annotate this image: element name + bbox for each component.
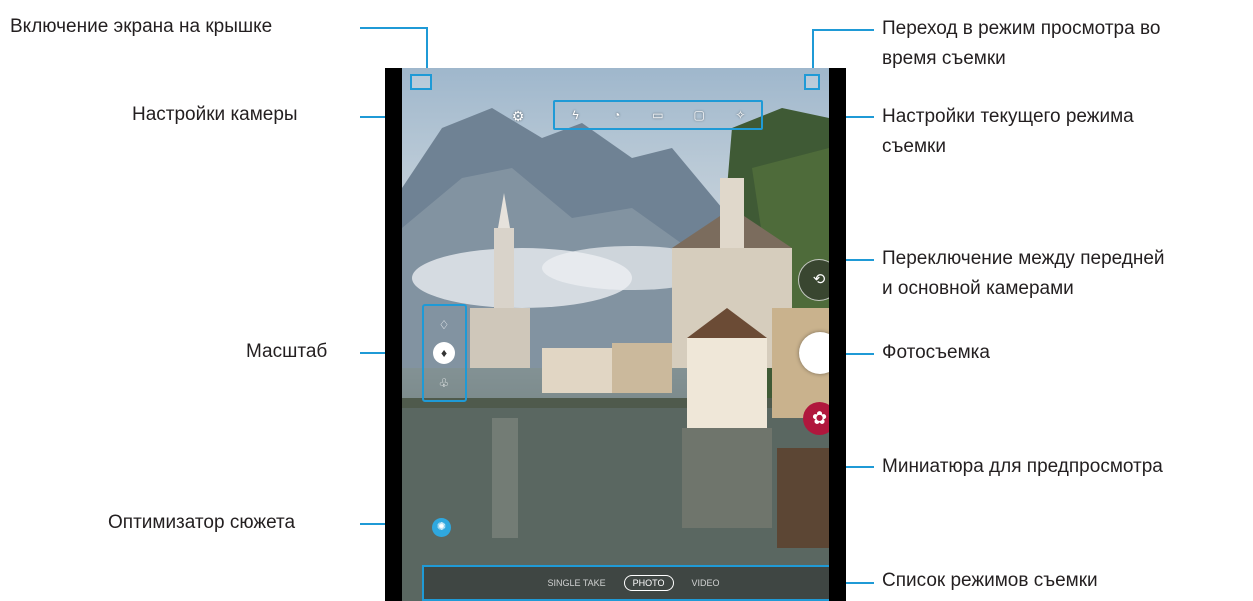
- timer-icon[interactable]: ◔: [609, 109, 625, 121]
- label-mode-settings-line1: Настройки текущего режима: [882, 106, 1134, 127]
- label-switch-camera-line2: и основной камерами: [882, 278, 1074, 299]
- mode-item-active[interactable]: PHOTO: [623, 575, 674, 591]
- label-mode-settings-line2: съемки: [882, 136, 946, 157]
- phone-device: ⚙ ϟ ◔ ▭ ▢ ✧ ♢ ♦ ♧ ⟲ ✿ ✺ SINGLE TAKE PHOT…: [385, 68, 846, 601]
- mode-item[interactable]: VIDEO: [692, 578, 720, 588]
- mode-item[interactable]: SINGLE TAKE: [547, 578, 605, 588]
- callout-line-cover-screen: [360, 27, 428, 29]
- zoom-ultrawide-icon[interactable]: ♧: [435, 374, 453, 392]
- scene-optimizer-button[interactable]: ✺: [432, 518, 451, 537]
- view-mode-toggle[interactable]: [804, 74, 820, 90]
- effects-icon[interactable]: ✧: [732, 109, 748, 121]
- callout-line-cover-screen-v: [426, 27, 428, 72]
- label-mode-settings: Настройки текущего режима съемки: [882, 102, 1134, 162]
- flash-off-icon[interactable]: ϟ: [568, 109, 584, 121]
- cover-screen-toggle[interactable]: [410, 74, 432, 90]
- zoom-tele-icon[interactable]: ♢: [435, 316, 453, 334]
- label-switch-camera: Переключение между передней и основной к…: [882, 244, 1165, 304]
- label-take-photo: Фотосъемка: [882, 342, 990, 363]
- motion-photo-icon[interactable]: ▢: [691, 109, 707, 121]
- label-view-mode: Переход в режим просмотра во время съемк…: [882, 14, 1160, 74]
- label-scene-optimizer: Оптимизатор сюжета: [108, 512, 296, 533]
- gear-icon[interactable]: ⚙: [510, 109, 526, 123]
- zoom-control: ♢ ♦ ♧: [422, 304, 467, 402]
- callout-line-view-mode: [812, 29, 874, 31]
- label-view-mode-line2: время съемки: [882, 48, 1006, 69]
- camera-viewfinder[interactable]: ⚙ ϟ ◔ ▭ ▢ ✧ ♢ ♦ ♧ ⟲ ✿ ✺ SINGLE TAKE PHOT…: [402, 68, 829, 601]
- label-zoom: Масштаб: [246, 341, 328, 362]
- label-mode-list: Список режимов съемки: [882, 570, 1098, 591]
- label-camera-settings: Настройки камеры: [132, 104, 298, 125]
- label-view-mode-line1: Переход в режим просмотра во: [882, 18, 1161, 39]
- callout-line-view-mode-v: [812, 29, 814, 73]
- ratio-icon[interactable]: ▭: [650, 109, 666, 121]
- label-switch-camera-line1: Переключение между передней: [882, 248, 1165, 269]
- mode-list: SINGLE TAKE PHOTO VIDEO: [422, 565, 829, 601]
- preview-thumbnail-button[interactable]: ✿: [803, 402, 829, 435]
- label-preview-thumbnail: Миниатюра для предпросмотра: [882, 456, 1163, 477]
- mode-settings-bar: ϟ ◔ ▭ ▢ ✧: [553, 100, 763, 130]
- zoom-wide-icon[interactable]: ♦: [433, 342, 455, 364]
- label-cover-screen: Включение экрана на крышке: [10, 16, 273, 37]
